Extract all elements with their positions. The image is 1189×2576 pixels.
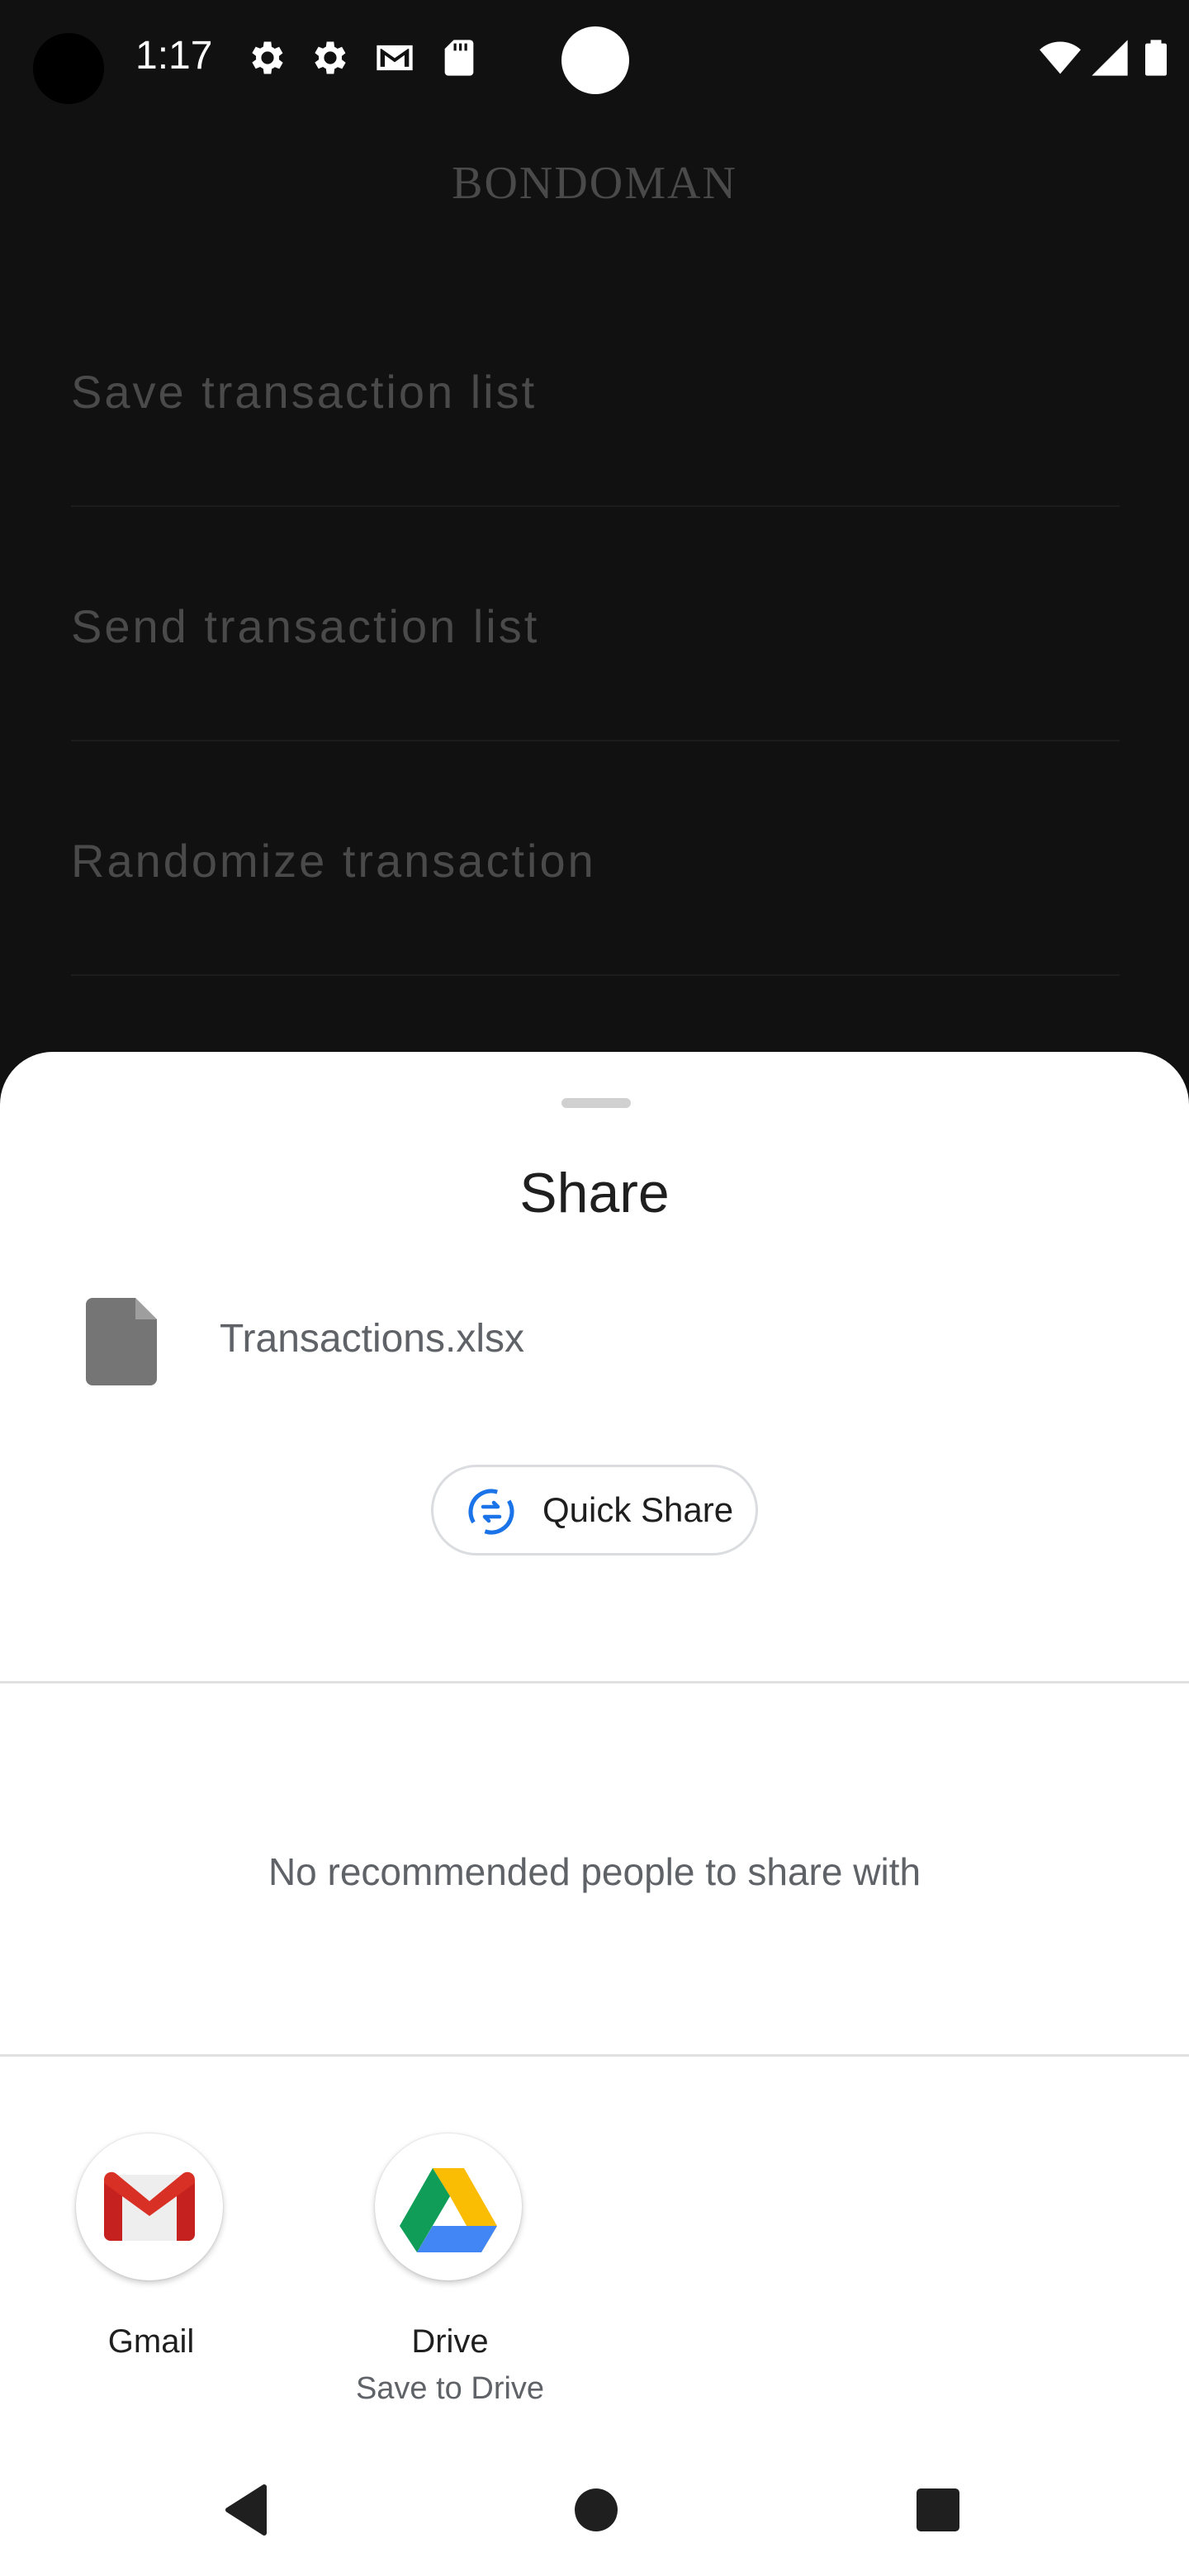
drag-handle[interactable] — [561, 1098, 631, 1108]
wifi-icon — [1040, 41, 1081, 74]
recents-square-icon — [917, 2488, 959, 2531]
gmail-label: Gmail — [107, 2323, 195, 2360]
no-recommended-people-text: No recommended people to share with — [268, 1850, 921, 1893]
navigation-bar — [0, 2444, 1189, 2576]
menu-item-label: Save transaction list — [71, 366, 538, 418]
quick-share-icon — [468, 1489, 514, 1535]
recents-button[interactable] — [872, 2444, 1004, 2576]
camera-cutout — [33, 33, 104, 104]
menu-item-randomize-transaction[interactable]: Randomize transaction — [71, 741, 1120, 976]
home-circle-icon — [575, 2488, 618, 2531]
file-icon — [86, 1298, 157, 1385]
google-drive-icon — [400, 2168, 497, 2252]
menu-item-label: Send transaction list — [71, 600, 540, 652]
battery-icon — [1145, 40, 1167, 76]
status-bar: 1:17 — [0, 0, 1189, 124]
gmail-app-icon-circle — [76, 2133, 223, 2280]
back-triangle-icon — [225, 2484, 267, 2536]
share-sheet: Share Transactions.xlsx Quick Share No r… — [0, 1052, 1189, 2576]
signal-icon — [1092, 40, 1128, 76]
gear-icon — [315, 41, 346, 74]
divider — [0, 1681, 1189, 1683]
share-target-drive[interactable]: Drive Save to Drive — [356, 2133, 544, 2414]
home-button[interactable] — [530, 2444, 662, 2576]
menu-item-label: Randomize transaction — [71, 835, 596, 887]
share-title: Share — [519, 1162, 670, 1224]
divider — [0, 2054, 1189, 2057]
quick-share-label: Quick Share — [542, 1490, 734, 1529]
gmail-icon — [104, 2171, 195, 2241]
drive-label: Drive — [411, 2323, 489, 2360]
app-title: BONDOMAN — [452, 158, 737, 209]
menu-item-send-transaction-list[interactable]: Send transaction list — [71, 507, 1120, 741]
status-time: 1:17 — [135, 34, 213, 78]
notification-dot — [561, 26, 629, 94]
sd-card-icon — [444, 40, 474, 76]
menu-item-save-transaction-list[interactable]: Save transaction list — [71, 272, 1120, 507]
back-button[interactable] — [182, 2444, 314, 2576]
quick-share-button[interactable]: Quick Share — [431, 1465, 758, 1556]
drive-app-icon-circle — [375, 2133, 522, 2280]
share-target-gmail[interactable]: Gmail — [73, 2133, 230, 2414]
drive-sublabel: Save to Drive — [355, 2371, 545, 2406]
gmail-notification-icon — [377, 45, 413, 71]
shared-file-name: Transactions.xlsx — [220, 1317, 524, 1361]
gear-icon — [252, 41, 283, 74]
